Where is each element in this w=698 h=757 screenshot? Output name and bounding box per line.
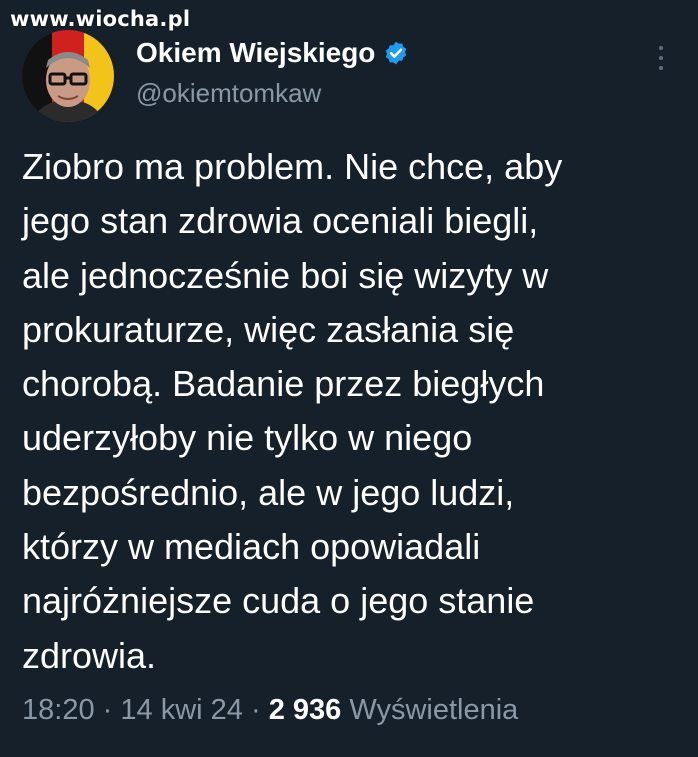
tweet-text: Ziobro ma problem. Nie chce, aby jego st… [22, 146, 563, 676]
avatar[interactable] [22, 30, 114, 122]
tweet-time[interactable]: 18:20 [22, 694, 95, 726]
more-dot [659, 46, 663, 50]
avatar-image [22, 30, 114, 122]
author-handle[interactable]: @okiemtomkaw [136, 78, 321, 109]
tweet-date[interactable]: 14 kwi 24 [120, 694, 243, 726]
more-dot [659, 56, 663, 60]
more-options-icon[interactable] [652, 44, 670, 72]
views-count: 2 936 [268, 694, 342, 726]
meta-separator: · [250, 694, 261, 726]
tweet-meta: 18:20 · 14 kwi 24 · 2 936 Wyświetlenia [22, 694, 518, 727]
views-label: Wyświetlenia [349, 694, 519, 726]
verified-badge-icon [383, 40, 409, 66]
more-dot [659, 66, 663, 70]
meta-separator: · [102, 694, 113, 726]
watermark: www.wiocha.pl [10, 7, 191, 31]
author-row: Okiem Wiejskiego [136, 37, 409, 69]
author-name[interactable]: Okiem Wiejskiego [136, 37, 375, 69]
